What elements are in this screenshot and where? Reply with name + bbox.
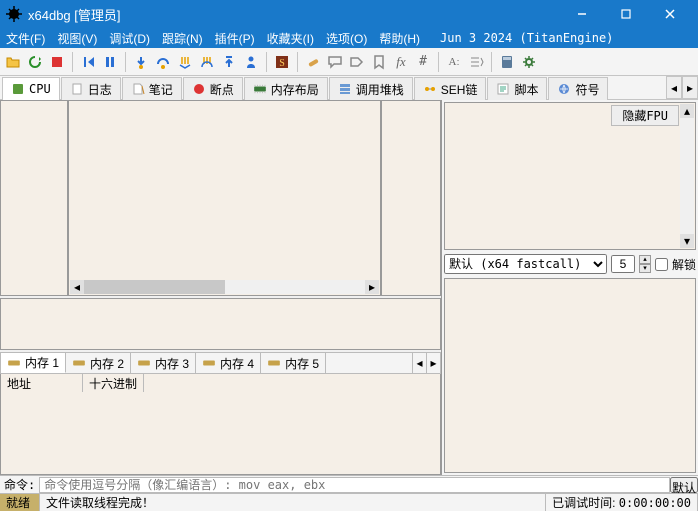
hscroll-thumb[interactable]	[84, 280, 225, 294]
variables-icon[interactable]: #	[414, 53, 432, 71]
menu-plugins[interactable]: 插件(P)	[215, 30, 255, 47]
menu-file[interactable]: 文件(F)	[6, 30, 45, 47]
tab-seh[interactable]: SEH链	[414, 77, 487, 100]
disasm-gutter-pane	[0, 100, 68, 296]
status-time: 已调试时间: 0:00:00:00	[546, 494, 698, 511]
comments-icon[interactable]	[326, 53, 344, 71]
status-message: 文件读取线程完成！	[40, 494, 546, 511]
argcount-down[interactable]: ▾	[639, 264, 651, 273]
minimize-button[interactable]	[560, 0, 604, 28]
menu-view[interactable]: 视图(V)	[57, 30, 97, 47]
command-label: 命令:	[0, 476, 39, 493]
main-tab-row: CPU 日志 笔记 断点 内存布局 调用堆栈 SEH链 脚本 符号 ◂ ▸	[0, 76, 698, 100]
close-button[interactable]	[648, 0, 692, 28]
tab-call-stack[interactable]: 调用堆栈	[329, 77, 413, 100]
menu-help[interactable]: 帮助(H)	[379, 30, 420, 47]
calculator-icon[interactable]	[498, 53, 516, 71]
tab-breakpoints[interactable]: 断点	[183, 77, 243, 100]
memory-tab-5[interactable]: 内存 5	[261, 353, 326, 373]
calling-convention-select[interactable]: 默认 (x64 fastcall)	[444, 254, 607, 274]
bookmarks-icon[interactable]	[370, 53, 388, 71]
memhdr-address[interactable]: 地址	[1, 374, 83, 392]
run-icon[interactable]	[79, 53, 97, 71]
memory-tab-bar: 内存 1 内存 2 内存 3 内存 4 内存 5 ◂▸	[0, 352, 441, 374]
memory-tab-3[interactable]: 内存 3	[131, 353, 196, 373]
menu-trace[interactable]: 跟踪(N)	[162, 30, 203, 47]
step-into-icon[interactable]	[132, 53, 150, 71]
info-pane	[0, 298, 441, 350]
title-bar: x64dbg [管理员]	[0, 0, 698, 28]
tab-symbols[interactable]: 符号	[548, 77, 608, 100]
scroll-left-icon[interactable]: ◂	[70, 280, 84, 294]
memory-dump-pane[interactable]	[0, 392, 441, 475]
run-to-user-icon[interactable]	[242, 53, 260, 71]
step-over-icon[interactable]	[154, 53, 172, 71]
stack-pane[interactable]	[444, 278, 696, 473]
tab-script[interactable]: 脚本	[487, 77, 547, 100]
registers-pane[interactable]: 隐藏FPU ▴ ▾	[444, 102, 696, 250]
memory-tab-1[interactable]: 内存 1	[1, 353, 66, 373]
calling-convention-row: 默认 (x64 fastcall) ▴▾ 解锁	[444, 254, 696, 274]
disasm-info-pane	[381, 100, 441, 296]
build-info: Jun 3 2024 (TitanEngine)	[440, 31, 613, 45]
registers-vscroll[interactable]: ▴ ▾	[680, 104, 694, 248]
hide-fpu-button[interactable]: 隐藏FPU	[611, 105, 679, 126]
menu-bar: 文件(F) 视图(V) 调试(D) 跟踪(N) 插件(P) 收藏夹(I) 选项(…	[0, 28, 698, 48]
status-bar: 就绪 文件读取线程完成！ 已调试时间: 0:00:00:00	[0, 493, 698, 511]
command-row: 命令: 默认	[0, 475, 698, 493]
tab-memory-map[interactable]: 内存布局	[244, 77, 328, 100]
labels-icon[interactable]	[348, 53, 366, 71]
argcount-input[interactable]	[611, 255, 635, 273]
menu-favorites[interactable]: 收藏夹(I)	[267, 30, 314, 47]
calls-icon[interactable]	[467, 53, 485, 71]
disasm-hscroll[interactable]: ◂ ▸	[70, 280, 379, 294]
unlock-checkbox[interactable]	[655, 258, 668, 271]
trace-into-icon[interactable]	[176, 53, 194, 71]
patches-icon[interactable]	[304, 53, 322, 71]
tab-scroll-left[interactable]: ◂	[666, 76, 682, 99]
memory-tab-2[interactable]: 内存 2	[66, 353, 131, 373]
trace-over-icon[interactable]	[198, 53, 216, 71]
memtab-scroll-right[interactable]: ▸	[426, 353, 440, 373]
tab-scroll-right[interactable]: ▸	[682, 76, 698, 99]
functions-icon[interactable]: fx	[392, 53, 410, 71]
stop-icon[interactable]	[48, 53, 66, 71]
disasm-main-pane[interactable]: ◂ ▸	[68, 100, 381, 296]
scroll-up-icon[interactable]: ▴	[680, 104, 694, 118]
memory-tab-4[interactable]: 内存 4	[196, 353, 261, 373]
strings-icon[interactable]: Aː	[445, 53, 463, 71]
open-icon[interactable]	[4, 53, 22, 71]
memhdr-hex[interactable]: 十六进制	[83, 374, 144, 392]
svg-text:S: S	[279, 58, 285, 69]
scroll-down-icon[interactable]: ▾	[680, 234, 694, 248]
menu-options[interactable]: 选项(O)	[326, 30, 367, 47]
memtab-scroll-left[interactable]: ◂	[412, 353, 426, 373]
scylla-icon[interactable]: S	[273, 53, 291, 71]
run-to-return-icon[interactable]	[220, 53, 238, 71]
tab-log[interactable]: 日志	[61, 77, 121, 100]
tab-notes[interactable]: 笔记	[122, 77, 182, 100]
memory-header: 地址 十六进制	[0, 374, 441, 392]
maximize-button[interactable]	[604, 0, 648, 28]
menu-debug[interactable]: 调试(D)	[109, 30, 150, 47]
tab-cpu[interactable]: CPU	[2, 77, 60, 100]
scroll-right-icon[interactable]: ▸	[365, 280, 379, 294]
app-icon	[6, 6, 22, 22]
pause-icon[interactable]	[101, 53, 119, 71]
unlock-label: 解锁	[672, 256, 696, 273]
settings-icon[interactable]	[520, 53, 538, 71]
window-title: x64dbg [管理员]	[28, 5, 560, 24]
status-ready: 就绪	[0, 494, 40, 511]
restart-icon[interactable]	[26, 53, 44, 71]
command-mode-button[interactable]: 默认	[670, 477, 698, 493]
toolbar: S fx # Aː	[0, 48, 698, 76]
command-input[interactable]	[39, 477, 670, 493]
argcount-up[interactable]: ▴	[639, 255, 651, 264]
